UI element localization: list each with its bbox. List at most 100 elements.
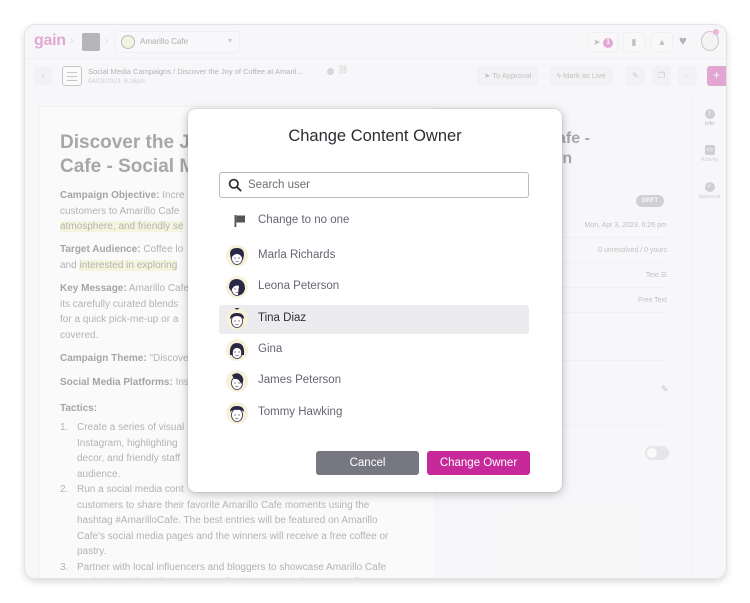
rail-label: Info [704,121,715,127]
paragraph-text: for a quick pick-me-up or a [60,314,179,325]
status-dot [327,68,334,75]
to-approval-button[interactable]: ➤ To Approval [477,66,539,86]
tactic-text: customers to share their favorite Amaril… [77,499,370,511]
chevron-right-icon: › [70,35,74,46]
paragraph-text: and [60,259,80,271]
side-rail: i Info ▭ Activity ✓ Approval [691,95,726,578]
rail-info[interactable]: i Info [692,109,726,127]
toggle-switch[interactable] [645,446,669,460]
paragraph-text: customers to Amarillo Cafe [60,205,180,217]
tactic-text: hashtag #AmarilloCafe. The best entries … [77,515,378,526]
bell-icon: ▲ [657,37,667,47]
tactic-text: Partner with local influencers and blogg… [77,561,387,573]
add-button[interactable]: + [707,66,726,86]
organization-tile[interactable] [82,33,100,51]
user-option[interactable]: James Peterson [219,367,529,396]
clipboard-button[interactable]: ▮ [623,32,645,52]
flag-icon [234,215,245,227]
search-field[interactable] [219,172,529,198]
option-no-one[interactable]: Change to no one [219,207,529,236]
user-option[interactable]: Tommy Hawking [219,399,529,428]
highlighted-text[interactable]: interested in exploring [79,259,178,271]
breadcrumb[interactable]: Social Media Campaigns / Discover the Jo… [88,67,303,76]
brand-selector[interactable]: Amarillo Cafe ▾ [115,31,240,53]
list-number: 3. [60,561,69,573]
paragraph-text: covered. [60,329,99,341]
paragraph-label: Key Message: [60,283,127,294]
more-button[interactable]: ··· [678,66,697,86]
comments-value: 0 unresolved / 0 yours [598,247,667,254]
tactic-text: Create a series of visual [77,422,185,433]
tactic-item: 2. Run a social media cont customers to sh… [60,482,420,560]
caret-down-icon: ▾ [227,36,232,45]
check-circle-icon: ✓ [704,182,715,192]
top-bar: gain › › Amarillo Cafe ▾ ➤ 1 ▮ ▲ ♥ [25,25,726,59]
user-name: James Peterson [258,374,342,387]
copy-icon: ❐ [657,71,666,80]
format-value: Free Text [637,297,667,304]
user-avatar-icon [226,245,248,267]
user-name: Gina [258,342,283,355]
duplicate-button[interactable]: ❐ [652,66,671,86]
paragraph-text: its carefully curated blends [60,298,179,310]
document-date: 04/03/2023, 6:26pm [88,78,146,85]
gain-logo[interactable]: gain [34,32,66,50]
user-status-dot [713,29,719,35]
user-name: Leona Peterson [258,280,340,293]
document-icon [62,66,82,86]
chevron-right-icon: › [105,35,109,46]
tactic-text: Cafe's social media pages and the winner… [77,530,389,542]
back-button[interactable]: ‹ [34,67,52,85]
tactic-text: decor, and friendly staff [77,453,181,464]
pencil-icon: ✎ [632,71,639,80]
cancel-button[interactable]: Cancel [316,451,419,475]
ellipsis-icon: ··· [683,71,692,80]
list-number: 2. [60,484,69,495]
approvals-button[interactable]: ➤ 1 [588,32,618,52]
user-option[interactable]: Tina Diaz [219,304,529,334]
send-icon: ➤ [592,37,601,47]
user-option[interactable]: Leona Peterson [219,273,529,302]
user-name: Tommy Hawking [258,405,343,418]
mark-as-live-button[interactable]: ϟ Mark as Live [550,66,613,86]
rail-label: Approval [698,194,721,200]
change-owner-modal: Change Content Owner Change to no one Ma… [188,109,562,492]
highlighted-text[interactable]: atmosphere, and friendly se [60,221,184,232]
heart-icon[interactable]: ♥ [679,33,687,48]
type-value: Text [645,272,659,279]
mark-as-live-label: Mark as Live [563,71,606,80]
user-option[interactable]: Marla Richards [219,242,529,271]
send-icon: ➤ [484,71,493,80]
rail-activity[interactable]: ▭ Activity [692,145,726,163]
modal-title: Change Content Owner [288,127,462,145]
tactic-text: pastry. [77,546,107,557]
change-owner-button[interactable]: Change Owner [427,451,530,475]
paragraph-text: Coffee lo [140,244,184,255]
clipboard-icon: ▮ [631,37,637,47]
created-value: Mon, Apr 3, 2023, 6:26 pm [584,222,668,229]
user-avatar-icon [226,370,248,393]
list-number: 1. [60,422,69,433]
user-avatar-icon [226,276,248,299]
search-input[interactable] [248,175,518,195]
link-icon[interactable]: ⛓ [338,65,348,74]
rail-approval[interactable]: ✓ Approval [692,182,726,200]
chevron-left-icon: ‹ [41,70,45,81]
user-avatar-icon [226,338,248,361]
to-approval-label: To Approval [492,71,532,80]
notifications-button[interactable]: ▲ [651,32,673,52]
tactic-text: audience. [77,468,121,480]
user-avatar-icon [226,307,248,330]
option-label: Change to no one [258,214,350,226]
status-badge: DRFT [636,195,664,207]
paragraph-label: Campaign Objective: [60,190,160,201]
user-name: Marla Richards [258,249,336,261]
edit-button[interactable]: ✎ [626,66,645,86]
paragraph-label: Tactics: [60,403,98,414]
text-lines-icon: ☰ [660,272,667,279]
tactic-text: Run a social media cont [77,484,184,495]
content-header: ‹ Social Media Campaigns / Discover the … [25,60,726,92]
user-option[interactable]: Gina [219,336,529,365]
user-avatar-icon [226,401,248,424]
paragraph-text: Ins [172,377,189,388]
